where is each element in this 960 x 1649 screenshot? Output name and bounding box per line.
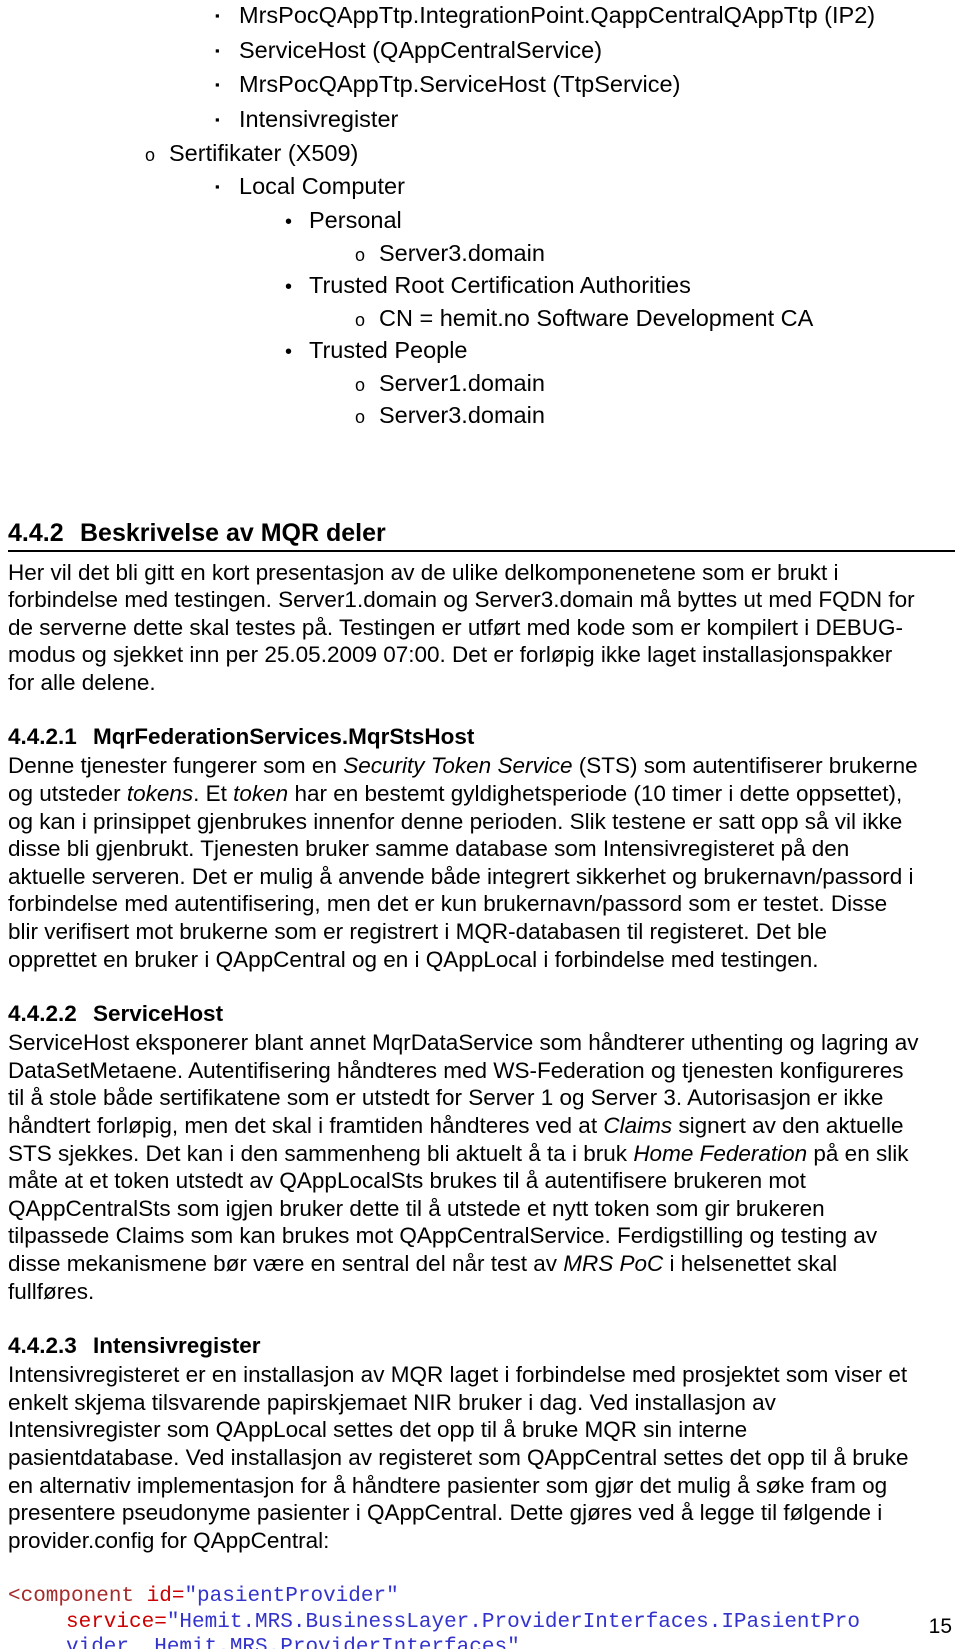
round-bullet-icon: • (285, 211, 293, 233)
section-442-paragraph: Her vil det bli gitt en kort presentasjo… (8, 559, 915, 695)
code-value: "Hemit.MRS.BusinessLayer.ProviderInterfa… (166, 1610, 860, 1634)
list-item: ▪ MrsPocQAppTtp.ServiceHost (TtpService) (8, 69, 952, 104)
circle-bullet-icon: o (355, 407, 366, 427)
square-bullet-icon: ▪ (215, 111, 220, 127)
circle-bullet-icon: o (355, 374, 366, 395)
heading-number: 4.4.2.2 (8, 1001, 77, 1027)
code-line: service="Hemit.MRS.BusinessLayer.Provide… (8, 1610, 952, 1636)
list-item: ▪ ServiceHost (QAppCentralService) (8, 35, 952, 70)
page-content: ▪ MrsPocQAppTtp.IntegrationPoint.QappCent… (8, 0, 955, 1649)
section-4423-paragraph: Intensivregisteret er en installasjon av… (8, 1362, 909, 1553)
emphasis-run: MRS PoC (563, 1250, 664, 1276)
list-item-label: Trusted Root Certification Authorities (309, 272, 691, 298)
list-item-label: MrsPocQAppTtp.IntegrationPoint.QappCentr… (239, 2, 876, 28)
list-item: o Server3.domain (8, 400, 952, 433)
code-value: "pasientProvider" (184, 1585, 399, 1609)
list-item-label: CN = hemit.no Software Development CA (379, 304, 814, 331)
page-number: 15 (928, 1615, 952, 1638)
text-run: . Et (193, 781, 234, 807)
section-4422-paragraph: ServiceHost eksponerer blant annet MqrDa… (8, 1029, 920, 1305)
list-item-label: Personal (309, 207, 402, 233)
list-item: • Trusted People (8, 335, 952, 368)
round-bullet-icon: • (285, 341, 293, 363)
code-attribute: id= (134, 1585, 185, 1609)
circle-bullet-icon: o (145, 145, 156, 165)
list-item-label: Trusted People (309, 337, 468, 363)
code-attribute: service= (66, 1610, 167, 1634)
heading-title: Beskrivelse av MQR deler (80, 518, 386, 547)
emphasis-run: Claims (603, 1113, 673, 1138)
heading-level-3-mqrstshost: 4.4.2.1 MqrFederationServices.MqrStsHost (8, 724, 952, 750)
section-442-header: 4.4.2 Beskrivelse av MQR deler (8, 519, 955, 552)
list-item: • Trusted Root Certification Authorities (8, 270, 952, 303)
heading-level-3-servicehost: 4.4.2.2 ServiceHost (8, 1001, 952, 1027)
list-item-label: Local Computer (239, 172, 405, 199)
square-bullet-icon: ▪ (215, 178, 220, 194)
list-item-label: Server1.domain (379, 369, 545, 396)
heading-title: ServiceHost (93, 1001, 224, 1027)
list-item-label: Intensivregister (239, 105, 399, 132)
provider-config-code-block: <component id="pasientProvider" service="… (8, 1584, 952, 1649)
circle-bullet-icon: o (355, 309, 366, 330)
round-bullet-icon: • (285, 276, 293, 298)
certificate-outline-list: ▪ MrsPocQAppTtp.IntegrationPoint.QappCent… (8, 0, 952, 433)
square-bullet-icon: ▪ (215, 77, 220, 92)
list-item: o Sertifikater (X509) (8, 138, 952, 171)
list-item: o CN = hemit.no Software Development CA (8, 303, 952, 336)
emphasis-run: token (233, 781, 289, 807)
emphasis-run: Home Federation (633, 1140, 808, 1166)
heading-number: 4.4.2.3 (8, 1333, 77, 1359)
list-item: o Server3.domain (8, 238, 952, 271)
code-line: <component id="pasientProvider" (8, 1584, 952, 1610)
code-value: vider, Hemit.MRS.ProviderInterfaces" (66, 1636, 520, 1649)
section-4421-paragraph: Denne tjenester fungerer som en Security… (8, 752, 920, 973)
list-item-label: Sertifikater (X509) (169, 140, 359, 166)
code-tag: <component (8, 1585, 135, 1609)
square-bullet-icon: ▪ (215, 42, 220, 58)
code-line: vider, Hemit.MRS.ProviderInterfaces" (8, 1635, 952, 1649)
list-item: ▪ Local Computer (8, 171, 952, 206)
square-bullet-icon: ▪ (215, 8, 220, 23)
emphasis-run: tokens (126, 781, 194, 807)
list-item-label: ServiceHost (QAppCentralService) (239, 36, 603, 63)
document-page: ▪ MrsPocQAppTtp.IntegrationPoint.QappCent… (0, 0, 960, 1649)
list-item: ▪ MrsPocQAppTtp.IntegrationPoint.QappCent… (8, 0, 952, 35)
heading-title: MqrFederationServices.MqrStsHost (93, 724, 475, 750)
heading-number: 4.4.2 (8, 518, 64, 547)
heading-number: 4.4.2.1 (8, 724, 77, 750)
heading-level-3-intensivregister: 4.4.2.3 Intensivregister (8, 1333, 952, 1359)
heading-title: Intensivregister (93, 1333, 261, 1359)
text-run: har en bestemt gyldighetsperiode (10 tim… (8, 781, 914, 972)
list-item-label: MrsPocQAppTtp.ServiceHost (TtpService) (239, 71, 681, 97)
circle-bullet-icon: o (355, 244, 366, 265)
heading-rule (8, 549, 955, 552)
list-item: o Server1.domain (8, 368, 952, 401)
list-item-label: Server3.domain (379, 239, 545, 266)
text-run: Denne tjenester fungerer som en (8, 753, 344, 779)
emphasis-run: Security Token Service (343, 753, 573, 779)
heading-level-2: 4.4.2 Beskrivelse av MQR deler (8, 519, 952, 547)
list-item: ▪ Intensivregister (8, 104, 952, 139)
list-item: • Personal (8, 205, 952, 238)
list-item-label: Server3.domain (379, 402, 545, 428)
